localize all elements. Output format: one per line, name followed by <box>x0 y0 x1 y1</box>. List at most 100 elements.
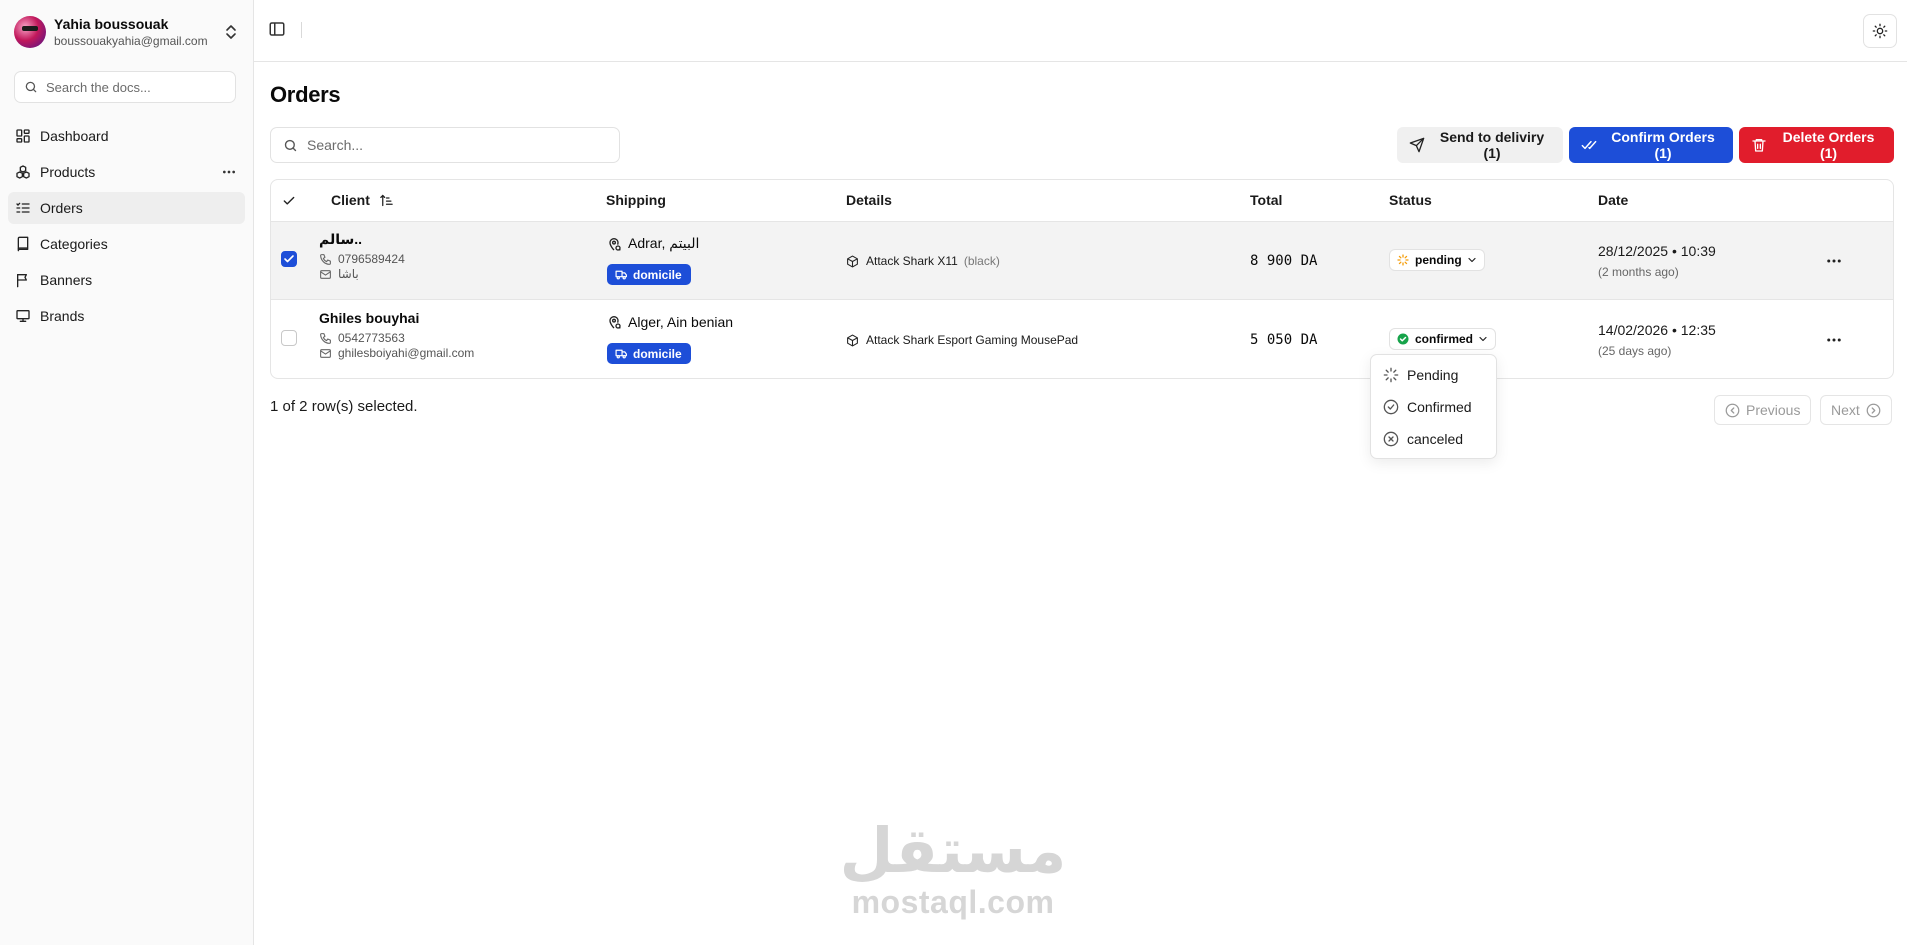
status-option-label: Confirmed <box>1407 399 1472 415</box>
order-total: 8 900 DA <box>1250 253 1318 269</box>
next-button[interactable]: Next <box>1820 395 1892 425</box>
sidebar: Yahia boussouak boussouakyahia@gmail.com… <box>0 0 254 945</box>
column-total: Total <box>1250 192 1283 208</box>
send-to-delivery-label: Send to deliviry (1) <box>1439 129 1545 161</box>
more-horizontal-icon[interactable] <box>221 164 237 180</box>
sidebar-item-brands[interactable]: Brands <box>8 300 245 332</box>
check-check-icon <box>1581 137 1597 153</box>
status-dropdown[interactable]: confirmed <box>1389 328 1497 350</box>
client-phone-value: 0796589424 <box>338 252 405 266</box>
check-circle-icon <box>1383 399 1399 415</box>
status-option-pending[interactable]: Pending <box>1375 359 1492 391</box>
docs-search[interactable] <box>14 71 236 103</box>
status-dropdown[interactable]: pending <box>1389 249 1485 271</box>
search-icon <box>24 80 38 94</box>
shipping-city: Adrar, البيتم <box>606 235 699 252</box>
orders-table: Client Shipping Details Total Status Dat… <box>270 179 1894 379</box>
confirm-orders-label: Confirm Orders (1) <box>1611 129 1715 161</box>
user-name: Yahia boussouak <box>54 16 169 32</box>
chevron-left-circle-icon <box>1725 403 1740 418</box>
status-value: pending <box>1415 253 1462 267</box>
send-to-delivery-button[interactable]: Send to deliviry (1) <box>1397 127 1563 163</box>
page-title: Orders <box>270 82 341 107</box>
column-client-label: Client <box>331 192 370 208</box>
mail-icon <box>319 268 332 281</box>
docs-search-input[interactable] <box>46 79 226 95</box>
sidebar-toggle-icon[interactable] <box>268 20 286 38</box>
send-icon <box>1409 137 1425 153</box>
package-icon <box>846 255 859 268</box>
user-switcher[interactable]: Yahia boussouak boussouakyahia@gmail.com <box>14 14 240 50</box>
phone-icon <box>319 253 332 266</box>
table-header: Client Shipping Details Total Status Dat… <box>271 180 1893 222</box>
sidebar-item-label: Orders <box>40 200 83 216</box>
dashboard-icon <box>15 128 31 144</box>
status-option-label: canceled <box>1407 431 1464 447</box>
row-actions-icon[interactable] <box>1825 331 1843 349</box>
next-label: Next <box>1831 402 1860 418</box>
client-email: باشا <box>319 267 359 281</box>
sidebar-item-products[interactable]: Products <box>8 156 245 188</box>
watermark: مستقل mostaql.com <box>836 814 1070 921</box>
sidebar-item-label: Categories <box>40 236 108 252</box>
table-row[interactable]: سالم.. 0796589424 باشا Adrar, البيتم dom… <box>271 222 1893 300</box>
sidebar-item-dashboard[interactable]: Dashboard <box>8 120 245 152</box>
sidebar-item-categories[interactable]: Categories <box>8 228 245 260</box>
sidebar-item-label: Dashboard <box>40 128 109 144</box>
confirm-orders-button[interactable]: Confirm Orders (1) <box>1569 127 1733 163</box>
client-phone: 0542773563 <box>319 331 405 345</box>
previous-button[interactable]: Previous <box>1714 395 1812 425</box>
phone-icon <box>319 332 332 345</box>
row-checkbox[interactable] <box>281 251 297 267</box>
presentation-icon <box>15 308 31 324</box>
row-checkbox[interactable] <box>281 330 297 346</box>
sidebar-item-label: Products <box>40 164 96 180</box>
product-variant: (black) <box>963 254 1000 268</box>
select-all-checkbox[interactable] <box>281 193 297 209</box>
truck-icon <box>615 347 628 360</box>
column-client[interactable]: Client <box>331 192 394 208</box>
map-pin-icon <box>606 314 622 330</box>
row-actions-icon[interactable] <box>1825 252 1843 270</box>
orders-search[interactable] <box>270 127 620 163</box>
search-icon <box>283 138 298 153</box>
sidebar-item-label: Banners <box>40 272 93 288</box>
sidebar-item-orders[interactable]: Orders <box>8 192 245 224</box>
chevron-right-circle-icon <box>1866 403 1881 418</box>
status-option-canceled[interactable]: canceled <box>1375 423 1492 455</box>
delete-orders-label: Delete Orders (1) <box>1782 129 1875 161</box>
status-option-label: Pending <box>1407 367 1459 383</box>
orders-search-input[interactable] <box>307 137 607 153</box>
shipping-type-label: domicile <box>633 267 682 282</box>
shipping-type-badge: domicile <box>607 264 691 285</box>
sort-ascending-icon[interactable] <box>379 193 394 208</box>
sun-icon <box>1872 23 1888 39</box>
previous-label: Previous <box>1746 402 1801 418</box>
order-detail: Attack Shark X11 (black) <box>846 254 1000 268</box>
watermark-arabic: مستقل <box>839 814 1067 887</box>
chevrons-up-down-icon[interactable] <box>222 22 240 42</box>
flag-icon <box>15 272 31 288</box>
map-pin-icon <box>606 236 622 252</box>
loader-icon <box>1383 367 1399 383</box>
theme-toggle-button[interactable] <box>1863 14 1897 48</box>
user-email: boussouakyahia@gmail.com <box>54 34 208 48</box>
table-row[interactable]: Ghiles bouyhai 0542773563 ghilesboiyahi@… <box>271 301 1893 378</box>
order-detail: Attack Shark Esport Gaming MousePad <box>846 333 1084 347</box>
delete-orders-button[interactable]: Delete Orders (1) <box>1739 127 1894 163</box>
loader-icon <box>1397 254 1409 266</box>
app: Yahia boussouak boussouakyahia@gmail.com… <box>0 0 1907 945</box>
status-value: confirmed <box>1415 332 1474 346</box>
client-email-value: ghilesboiyahi@gmail.com <box>338 346 475 360</box>
order-total: 5 050 DA <box>1250 332 1318 348</box>
column-details: Details <box>846 192 892 208</box>
truck-icon <box>615 268 628 281</box>
sidebar-item-banners[interactable]: Banners <box>8 264 245 296</box>
product-name: Attack Shark X11 <box>866 254 958 268</box>
divider <box>301 22 302 38</box>
book-icon <box>15 236 31 252</box>
client-email: ghilesboiyahi@gmail.com <box>319 346 474 360</box>
bulk-actions: Send to deliviry (1) Confirm Orders (1) … <box>1397 127 1894 163</box>
mail-icon <box>319 347 332 360</box>
status-option-confirmed[interactable]: Confirmed <box>1375 391 1492 423</box>
